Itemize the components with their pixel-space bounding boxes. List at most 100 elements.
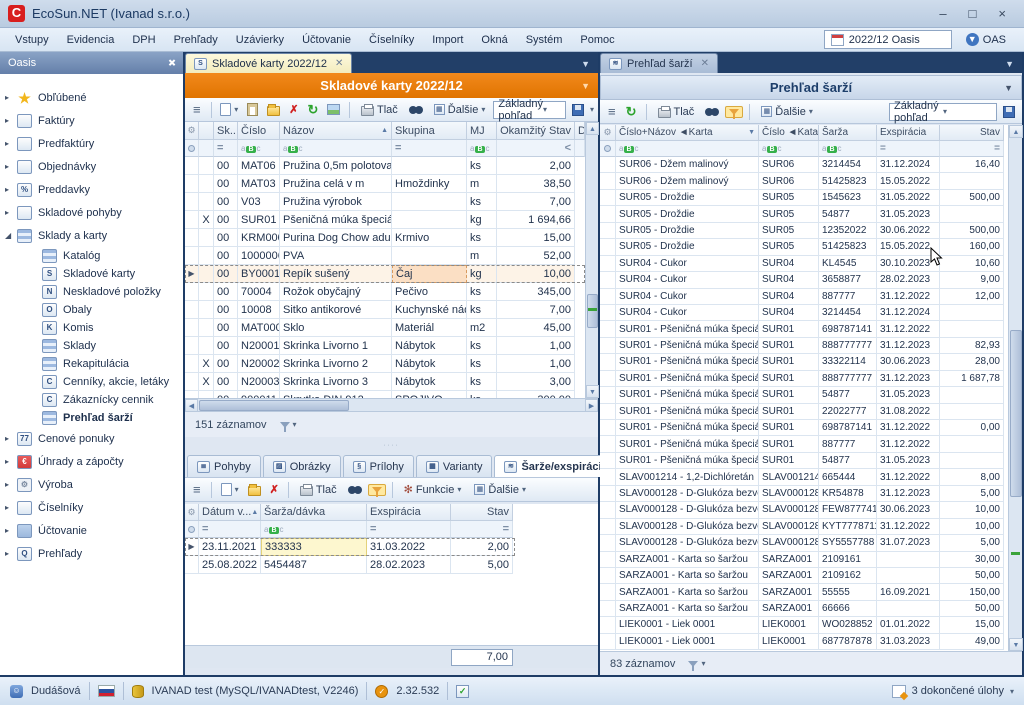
menu-icon[interactable]: ≡	[604, 104, 620, 119]
cell[interactable]: KRM0002	[238, 229, 280, 247]
cell[interactable]: SARZA001 - Karta so šaržou	[616, 552, 759, 568]
filter-cell[interactable]	[575, 140, 585, 157]
column-header-c-i-slo-na-zov-karta[interactable]: Číslo+Názov ◄Karta▼	[616, 125, 759, 141]
cell[interactable]	[199, 301, 214, 319]
view-combo[interactable]: Základný pohľad ▾	[889, 103, 997, 121]
grid-options-gear-icon[interactable]: ⚙	[185, 504, 199, 521]
minimize-button[interactable]: –	[939, 6, 946, 21]
filter-cell[interactable]: =	[451, 521, 513, 538]
cell[interactable]: SUR01 - Pšeničná múka špeciál	[616, 404, 759, 420]
table-row[interactable]: 00V03Pružina výrobokks7,00	[185, 193, 585, 211]
cell[interactable]: SLAV000128	[759, 519, 819, 535]
cell[interactable]: LIEK0001	[759, 634, 819, 650]
cell[interactable]: 23.11.2021	[199, 538, 261, 556]
cell[interactable]: SUR01	[759, 404, 819, 420]
filter-row-pin-icon[interactable]	[185, 521, 199, 538]
cell[interactable]	[199, 391, 214, 398]
table-row[interactable]: SUR01 - Pšeničná múka špeciálSUR01333221…	[600, 354, 1008, 370]
more-button[interactable]: ▦Ďalšie▾	[756, 104, 818, 120]
table-row[interactable]: SUR01 - Pšeničná múka špeciálSUR01548773…	[600, 387, 1008, 403]
expand-arrow-icon[interactable]: ▸	[5, 162, 17, 171]
filter-button[interactable]	[725, 106, 743, 118]
cell[interactable]: Skrinka Livorno 2	[280, 355, 392, 373]
sidebar-item-neskladove-poloz-ky[interactable]: NNeskladové položky	[0, 283, 183, 301]
cell[interactable]: 31.12.2022	[877, 436, 940, 452]
cell[interactable]: N20001	[238, 337, 280, 355]
cell[interactable]: 1,00	[497, 337, 575, 355]
cell[interactable]: KYT7778711	[819, 519, 877, 535]
cell[interactable]: 30.06.2023	[877, 354, 940, 370]
tab-close-icon[interactable]: ✕	[335, 58, 343, 69]
cell[interactable]: SARZA001 - Karta so šaržou	[616, 584, 759, 600]
cell[interactable]: ks	[467, 229, 497, 247]
cell[interactable]: Pružina celá v m	[280, 175, 392, 193]
cell[interactable]: 31.12.2022	[877, 469, 940, 485]
expand-arrow-icon[interactable]: ▸	[5, 480, 17, 489]
column-header-exspira-cia[interactable]: Exspirácia	[877, 125, 940, 141]
cell[interactable]: ks	[467, 301, 497, 319]
table-row[interactable]: ▶23.11.202133333331.03.20222,00	[185, 538, 515, 556]
menu-c-i-selni-ky[interactable]: Číselníky	[360, 31, 423, 49]
cell[interactable]: SUR01 - Pšeničná múka špeciál	[616, 321, 759, 337]
menu-evidencia[interactable]: Evidencia	[58, 31, 124, 49]
filter-cell[interactable]	[199, 140, 214, 157]
cell[interactable]: SARZA001	[759, 584, 819, 600]
cell[interactable]: 31.05.2023	[877, 206, 940, 222]
cell[interactable]: SUR05 - Droždie	[616, 206, 759, 222]
cell[interactable]	[199, 193, 214, 211]
filter-cell[interactable]: =	[199, 521, 261, 538]
cell[interactable]: 31.08.2022	[877, 404, 940, 420]
cell[interactable]: Nábytok	[392, 337, 467, 355]
cell[interactable]: Skrutka DIN 912	[280, 391, 392, 398]
cell[interactable]	[392, 193, 467, 211]
filter-cell[interactable]: =	[877, 141, 940, 157]
cell[interactable]: Kuchynské nádoby	[392, 301, 467, 319]
close-button[interactable]: ×	[998, 6, 1006, 21]
cell[interactable]: m	[467, 247, 497, 265]
cell[interactable]: 00	[214, 175, 238, 193]
cell[interactable]: SUR01 - Pšeničná múka špeciál	[616, 387, 759, 403]
cell[interactable]	[199, 247, 214, 265]
cell[interactable]: 51425823	[819, 239, 877, 255]
cell[interactable]: SUR01 - Pšeničná múka špeciál	[616, 453, 759, 469]
expand-arrow-icon[interactable]: ◢	[5, 231, 17, 240]
cell[interactable]: 345,00	[497, 283, 575, 301]
cell[interactable]: 900011	[238, 391, 280, 398]
image-button[interactable]	[324, 102, 343, 117]
cell[interactable]: 500,00	[940, 223, 1004, 239]
cell[interactable]: SLAV000128	[759, 535, 819, 551]
sidebar-item-vy-roba[interactable]: ▸⚙Výroba	[0, 473, 183, 496]
cell[interactable]: SLAV000128 - D-Glukóza bezvodá	[616, 486, 759, 502]
grid-options-gear-icon[interactable]: ⚙	[600, 125, 616, 141]
cell[interactable]: 698787141	[819, 321, 877, 337]
cell[interactable]: SUR04 - Cukor	[616, 305, 759, 321]
cell[interactable]: 25.08.2022	[199, 556, 261, 574]
cell[interactable]: KR54878	[819, 486, 877, 502]
cell[interactable]: 31.12.2023	[877, 486, 940, 502]
cell[interactable]: 00	[214, 337, 238, 355]
cell[interactable]: 00	[214, 301, 238, 319]
sidebar-header[interactable]: Oasis ✚	[0, 52, 183, 74]
cell[interactable]: 00	[214, 193, 238, 211]
cell[interactable]: 15,00	[497, 229, 575, 247]
cell[interactable]: SLAV000128 - D-Glukóza bezvodá	[616, 519, 759, 535]
cell[interactable]: 31.12.2022	[877, 420, 940, 436]
column-header-s-arz-a-da-vka[interactable]: Šarža/dávka	[261, 504, 367, 521]
cell[interactable]: 51425823	[819, 173, 877, 189]
cell[interactable]: m2	[467, 319, 497, 337]
cell[interactable]: 28.02.2023	[877, 272, 940, 288]
menu-prehl-ady[interactable]: Prehľady	[165, 31, 227, 49]
column-header-mj[interactable]: MJ	[467, 122, 497, 140]
footer-filter-button[interactable]: ▾	[277, 418, 300, 431]
cell[interactable]: 665444	[819, 469, 877, 485]
cell[interactable]: SLAV001214 - 1,2-Dichlóretán	[616, 469, 759, 485]
sidebar-item-c-i-selni-ky[interactable]: ▸Číselníky	[0, 496, 183, 519]
tab-obra-zky[interactable]: ▨Obrázky	[263, 455, 341, 477]
column-header-skupina[interactable]: Skupina	[392, 122, 467, 140]
sidebar-item-skladove-pohyby[interactable]: ▸Skladové pohyby	[0, 201, 183, 224]
cell[interactable]: Nábytok	[392, 355, 467, 373]
cell[interactable]: 5,00	[451, 556, 513, 574]
cell[interactable]: SUR01	[238, 211, 280, 229]
menu-u-c-tovanie[interactable]: Účtovanie	[293, 31, 360, 49]
table-row[interactable]: SUR05 - DroždieSUR055487731.05.2023	[600, 206, 1008, 222]
